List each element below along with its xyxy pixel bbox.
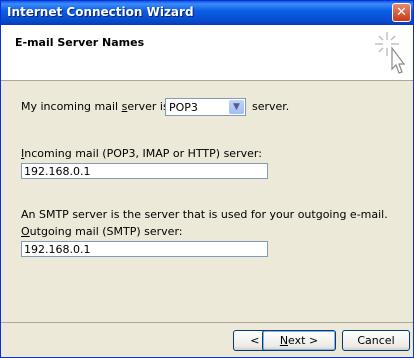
chevron-down-icon[interactable]: ▼ [229, 100, 244, 114]
close-button[interactable]: ✕ [392, 3, 411, 22]
incoming-type-label: My incoming mail server is a [21, 100, 179, 113]
outgoing-server-label: Outgoing mail (SMTP) server: [21, 225, 183, 238]
next-button[interactable]: Next > [262, 330, 336, 351]
server-type-select[interactable]: POP3 ▼ [165, 98, 246, 116]
window-title: Internet Connection Wizard [7, 5, 194, 19]
incoming-server-value: 192.168.0.1 [24, 165, 91, 178]
server-type-suffix: server. [252, 100, 290, 113]
server-type-value: POP3 [169, 101, 198, 114]
incoming-server-input[interactable]: 192.168.0.1 [21, 163, 268, 179]
close-icon: ✕ [396, 5, 407, 20]
smtp-info-text: An SMTP server is the server that is use… [21, 208, 388, 221]
wizard-header: E-mail Server Names [1, 25, 413, 81]
wizard-content: My incoming mail server is a POP3 ▼ serv… [1, 81, 413, 321]
footer-divider [1, 322, 413, 323]
title-bar[interactable]: Internet Connection Wizard ✕ [1, 1, 413, 25]
outgoing-server-value: 192.168.0.1 [24, 243, 91, 256]
page-title: E-mail Server Names [15, 36, 145, 49]
outgoing-server-input[interactable]: 192.168.0.1 [21, 241, 268, 257]
wizard-window: Internet Connection Wizard ✕ E-mail Serv… [0, 0, 414, 358]
incoming-server-label: Incoming mail (POP3, IMAP or HTTP) serve… [21, 147, 262, 160]
cancel-button[interactable]: Cancel [342, 330, 410, 351]
wizard-sparkle-cursor-icon [375, 32, 406, 74]
